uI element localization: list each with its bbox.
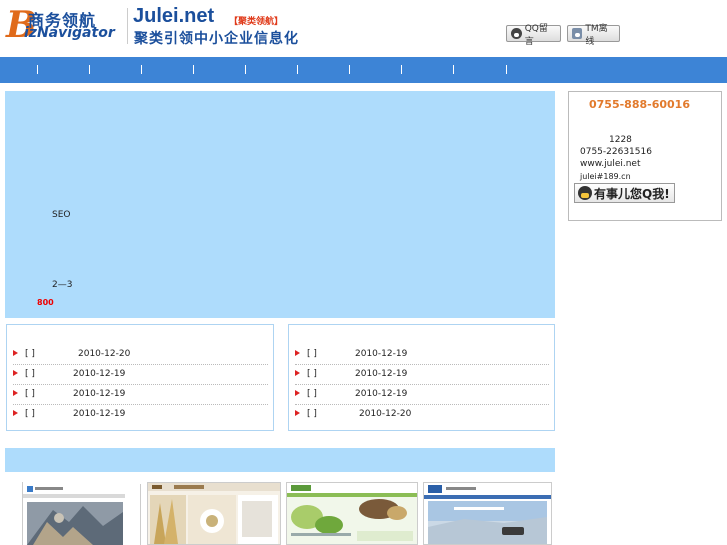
case-thumbnail-1-image [23, 482, 125, 545]
qq-chat-button[interactable]: 有事儿您Q我! [574, 183, 675, 203]
bullet-icon [295, 390, 300, 396]
case-thumbnail-3[interactable] [286, 482, 418, 545]
nav-item-8[interactable] [350, 57, 401, 83]
bullet-icon [13, 370, 18, 376]
news-list-left: [ ] 2010-12-20 [ ] 2010-12-19 [ ] 2010-1… [6, 324, 274, 431]
nav-item-4[interactable] [142, 57, 193, 83]
bullet-icon [13, 410, 18, 416]
news-date: 2010-12-20 [359, 409, 412, 419]
contact-phone: 0755-888-60016 [589, 98, 690, 111]
news-tag: [ ] [25, 389, 35, 399]
news-date: 2010-12-19 [355, 369, 408, 379]
case-thumbnail-3-image [287, 483, 417, 544]
banner-days-text: 2—3 [52, 280, 73, 290]
bullet-icon [295, 410, 300, 416]
news-date: 2010-12-20 [78, 349, 131, 359]
thumbnail-divider [140, 484, 141, 545]
list-item[interactable]: [ ] 2010-12-19 [13, 365, 268, 385]
bullet-icon [13, 390, 18, 396]
news-tag: [ ] [307, 349, 317, 359]
brand-title: Julei.net [133, 5, 215, 27]
nav-item-9[interactable] [402, 57, 453, 83]
site-header: B 商务领航 izNavigator Julei.net 【聚类领航】 聚类引领… [0, 0, 727, 57]
list-item[interactable]: [ ] 2010-12-19 [295, 345, 549, 365]
news-tag: [ ] [25, 369, 35, 379]
nav-item-2[interactable] [38, 57, 89, 83]
news-date: 2010-12-19 [73, 389, 126, 399]
contact-email[interactable]: julei#189.cn [580, 172, 631, 181]
news-date: 2010-12-19 [73, 409, 126, 419]
list-item[interactable]: [ ] 2010-12-19 [13, 405, 268, 425]
tm-offline-button[interactable]: TM离线 [567, 24, 620, 47]
brand-tag: 【聚类领航】 [229, 17, 284, 27]
banner-seo-text: SEO [52, 210, 71, 220]
news-tag: [ ] [25, 349, 35, 359]
case-thumbnail-4[interactable] [423, 482, 552, 545]
nav-item-3[interactable] [90, 57, 141, 83]
news-tag: [ ] [307, 389, 317, 399]
logo-en-text: izNavigator [24, 25, 115, 41]
list-item[interactable]: [ ] 2010-12-19 [13, 385, 268, 405]
contact-website[interactable]: www.julei.net [580, 159, 641, 169]
news-list-right: [ ] 2010-12-19 [ ] 2010-12-19 [ ] 2010-1… [288, 324, 555, 431]
list-item[interactable]: [ ] 2010-12-20 [13, 345, 268, 365]
qq-icon [511, 28, 522, 39]
news-tag: [ ] [25, 409, 35, 419]
nav-item-6[interactable] [246, 57, 297, 83]
nav-item-5[interactable] [194, 57, 245, 83]
brand-slogan: 聚类引领中小企业信息化 [134, 31, 299, 47]
qq-message-button[interactable]: QQ留言 [506, 24, 561, 47]
nav-item-7[interactable] [298, 57, 349, 83]
qq-message-label: QQ留言 [524, 23, 548, 47]
news-date: 2010-12-19 [73, 369, 126, 379]
banner-price: 800 [37, 298, 54, 307]
tm-offline-label: TM离线 [585, 23, 608, 47]
list-item[interactable]: [ ] 2010-12-20 [295, 405, 549, 425]
case-thumbnail-4-image [424, 483, 551, 544]
site-logo[interactable]: B 商务领航 izNavigator [6, 6, 126, 44]
bullet-icon [295, 350, 300, 356]
nav-item-1[interactable] [0, 57, 37, 83]
news-tag: [ ] [307, 409, 317, 419]
contact-address: 1228 [609, 135, 632, 145]
case-thumbnail-2-image [148, 483, 280, 544]
main-nav [0, 57, 727, 83]
tm-icon [572, 28, 583, 39]
header-divider [127, 8, 128, 44]
nav-separator [506, 65, 507, 74]
list-item[interactable]: [ ] 2010-12-19 [295, 365, 549, 385]
nav-item-10[interactable] [454, 57, 506, 83]
qq-chat-label: 有事儿您Q我! [594, 186, 670, 201]
list-item[interactable]: [ ] 2010-12-19 [295, 385, 549, 405]
contact-panel: 0755-888-60016 1228 0755-22631516 www.ju… [568, 91, 722, 221]
intro-banner: SEO 2—3 800 [5, 91, 555, 318]
bullet-icon [13, 350, 18, 356]
news-tag: [ ] [307, 369, 317, 379]
cases-section-header [5, 448, 555, 472]
qq-penguin-icon [578, 186, 592, 200]
bullet-icon [295, 370, 300, 376]
news-date: 2010-12-19 [355, 349, 408, 359]
news-date: 2010-12-19 [355, 389, 408, 399]
case-thumbnail-1[interactable] [22, 482, 125, 545]
contact-fax: 0755-22631516 [580, 147, 652, 157]
case-thumbnail-2[interactable] [147, 482, 281, 545]
